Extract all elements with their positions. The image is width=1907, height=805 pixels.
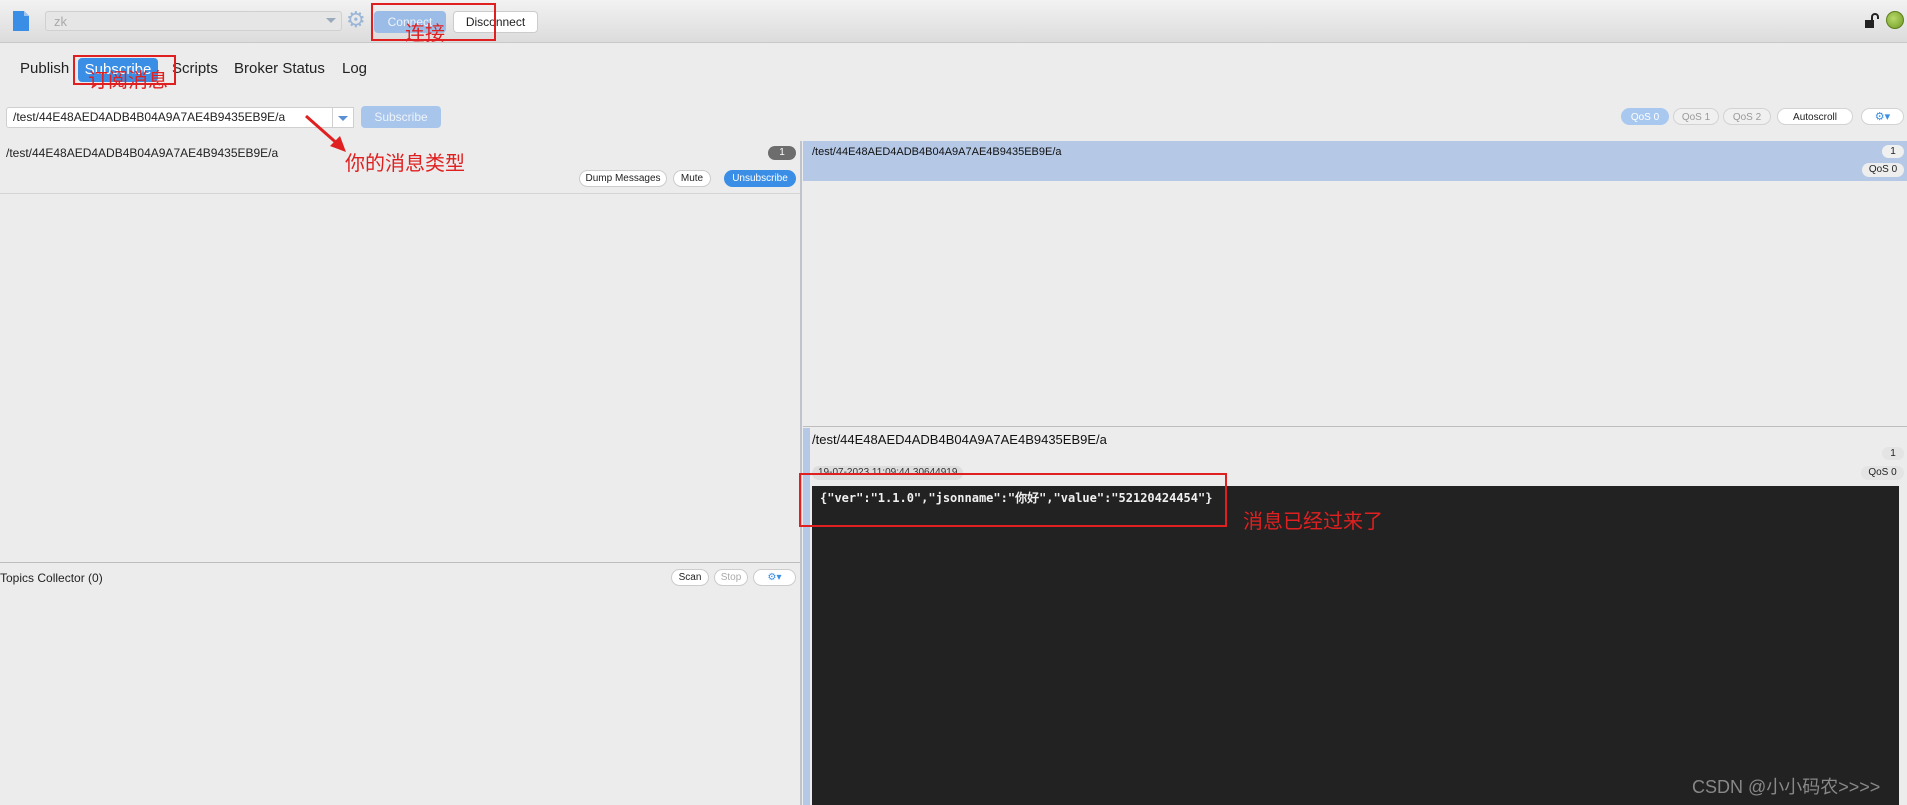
qos1-button[interactable]: QoS 1 — [1673, 108, 1719, 125]
file-icon[interactable] — [12, 10, 30, 32]
tab-scripts[interactable]: Scripts — [172, 60, 218, 77]
annotation-message-type-text: 你的消息类型 — [345, 153, 465, 175]
horizontal-splitter[interactable] — [803, 426, 1907, 427]
message-list — [803, 181, 1907, 426]
detail-count-badge: 1 — [1882, 447, 1904, 460]
chevron-down-icon[interactable] — [326, 18, 336, 23]
options-menu-button[interactable]: ⚙▾ — [1861, 108, 1904, 125]
qos2-button[interactable]: QoS 2 — [1723, 108, 1771, 125]
watermark: CSDN @小小码农>>>> — [1692, 777, 1881, 797]
detail-topic: /test/44E48AED4ADB4B04A9A7AE4B9435EB9E/a — [812, 432, 1107, 447]
annotation-subscribe-text: 订阅消息 — [88, 70, 168, 92]
dump-messages-button[interactable]: Dump Messages — [579, 170, 667, 187]
stop-button[interactable]: Stop — [714, 569, 748, 586]
collector-options-button[interactable]: ⚙▾ — [753, 569, 796, 586]
subscribe-button[interactable]: Subscribe — [361, 106, 441, 128]
mute-button[interactable]: Mute — [673, 170, 711, 187]
message-topic: /test/44E48AED4ADB4B04A9A7AE4B9435EB9E/a — [812, 146, 1062, 158]
subscription-count-badge: 1 — [768, 146, 796, 160]
tab-log[interactable]: Log — [342, 60, 367, 77]
subscription-topic[interactable]: /test/44E48AED4ADB4B04A9A7AE4B9435EB9E/a — [6, 146, 278, 160]
unsubscribe-button[interactable]: Unsubscribe — [724, 170, 796, 187]
tab-publish[interactable]: Publish — [20, 60, 69, 77]
annotation-arrived-text: 消息已经过来了 — [1243, 511, 1383, 533]
panel-divider[interactable] — [0, 562, 800, 563]
topics-collector-title: Topics Collector (0) — [0, 571, 103, 585]
annotation-box-payload — [799, 473, 1227, 527]
scan-button[interactable]: Scan — [671, 569, 709, 586]
annotation-connect-text: 连接 — [405, 23, 445, 45]
message-qos-badge: QoS 0 — [1862, 163, 1904, 177]
gear-icon[interactable]: ⚙ — [346, 9, 366, 31]
tab-broker-status[interactable]: Broker Status — [234, 60, 325, 77]
topic-input[interactable]: /test/44E48AED4ADB4B04A9A7AE4B9435EB9E/a — [6, 107, 333, 128]
qos0-button[interactable]: QoS 0 — [1621, 108, 1669, 125]
detail-qos-badge: QoS 0 — [1861, 466, 1904, 480]
unlock-icon — [1865, 13, 1879, 28]
autoscroll-button[interactable]: Autoscroll — [1777, 108, 1853, 125]
annotation-arrow-icon — [305, 114, 346, 152]
connection-status-indicator — [1886, 11, 1904, 29]
connection-profile-select[interactable]: zk — [45, 11, 342, 31]
message-count-badge: 1 — [1882, 145, 1904, 158]
